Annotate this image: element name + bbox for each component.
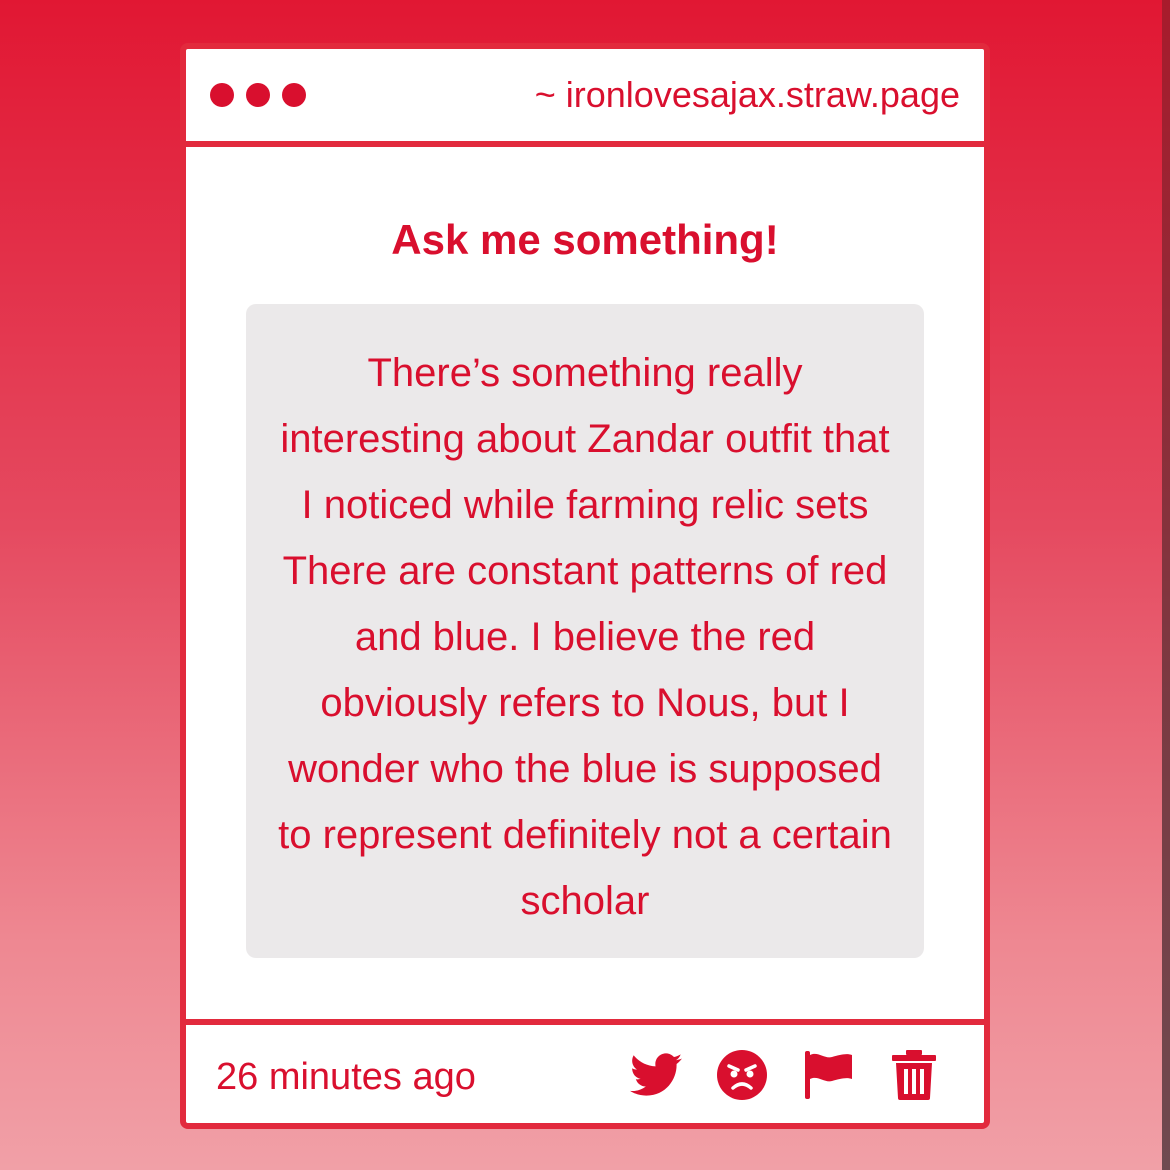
trash-icon xyxy=(892,1050,936,1100)
window-dot-icon xyxy=(246,83,270,107)
react-angry-button[interactable] xyxy=(716,1049,768,1101)
share-twitter-button[interactable] xyxy=(630,1049,682,1101)
timestamp: 26 minutes ago xyxy=(216,1056,476,1098)
flag-icon xyxy=(802,1049,854,1101)
page-heading: Ask me something! xyxy=(391,216,779,263)
window-titlebar: ~ ironlovesajax.straw.page xyxy=(186,49,984,147)
report-flag-button[interactable] xyxy=(802,1049,854,1101)
question-box: There’s something really interesting abo… xyxy=(246,304,924,958)
question-card: ~ ironlovesajax.straw.page Ask me someth… xyxy=(180,43,990,1129)
twitter-icon xyxy=(630,1053,682,1097)
angry-face-icon xyxy=(716,1049,768,1101)
screen-edge-strip xyxy=(1162,0,1170,1170)
window-dot-icon xyxy=(210,83,234,107)
window-dot-icon xyxy=(282,83,306,107)
page-url: ~ ironlovesajax.straw.page xyxy=(534,74,960,115)
window-dots xyxy=(210,83,306,107)
card-footer: 26 minutes ago xyxy=(186,1019,984,1123)
delete-button[interactable] xyxy=(888,1049,940,1101)
action-bar xyxy=(630,1049,940,1101)
question-text: There’s something really interesting abo… xyxy=(278,351,892,923)
